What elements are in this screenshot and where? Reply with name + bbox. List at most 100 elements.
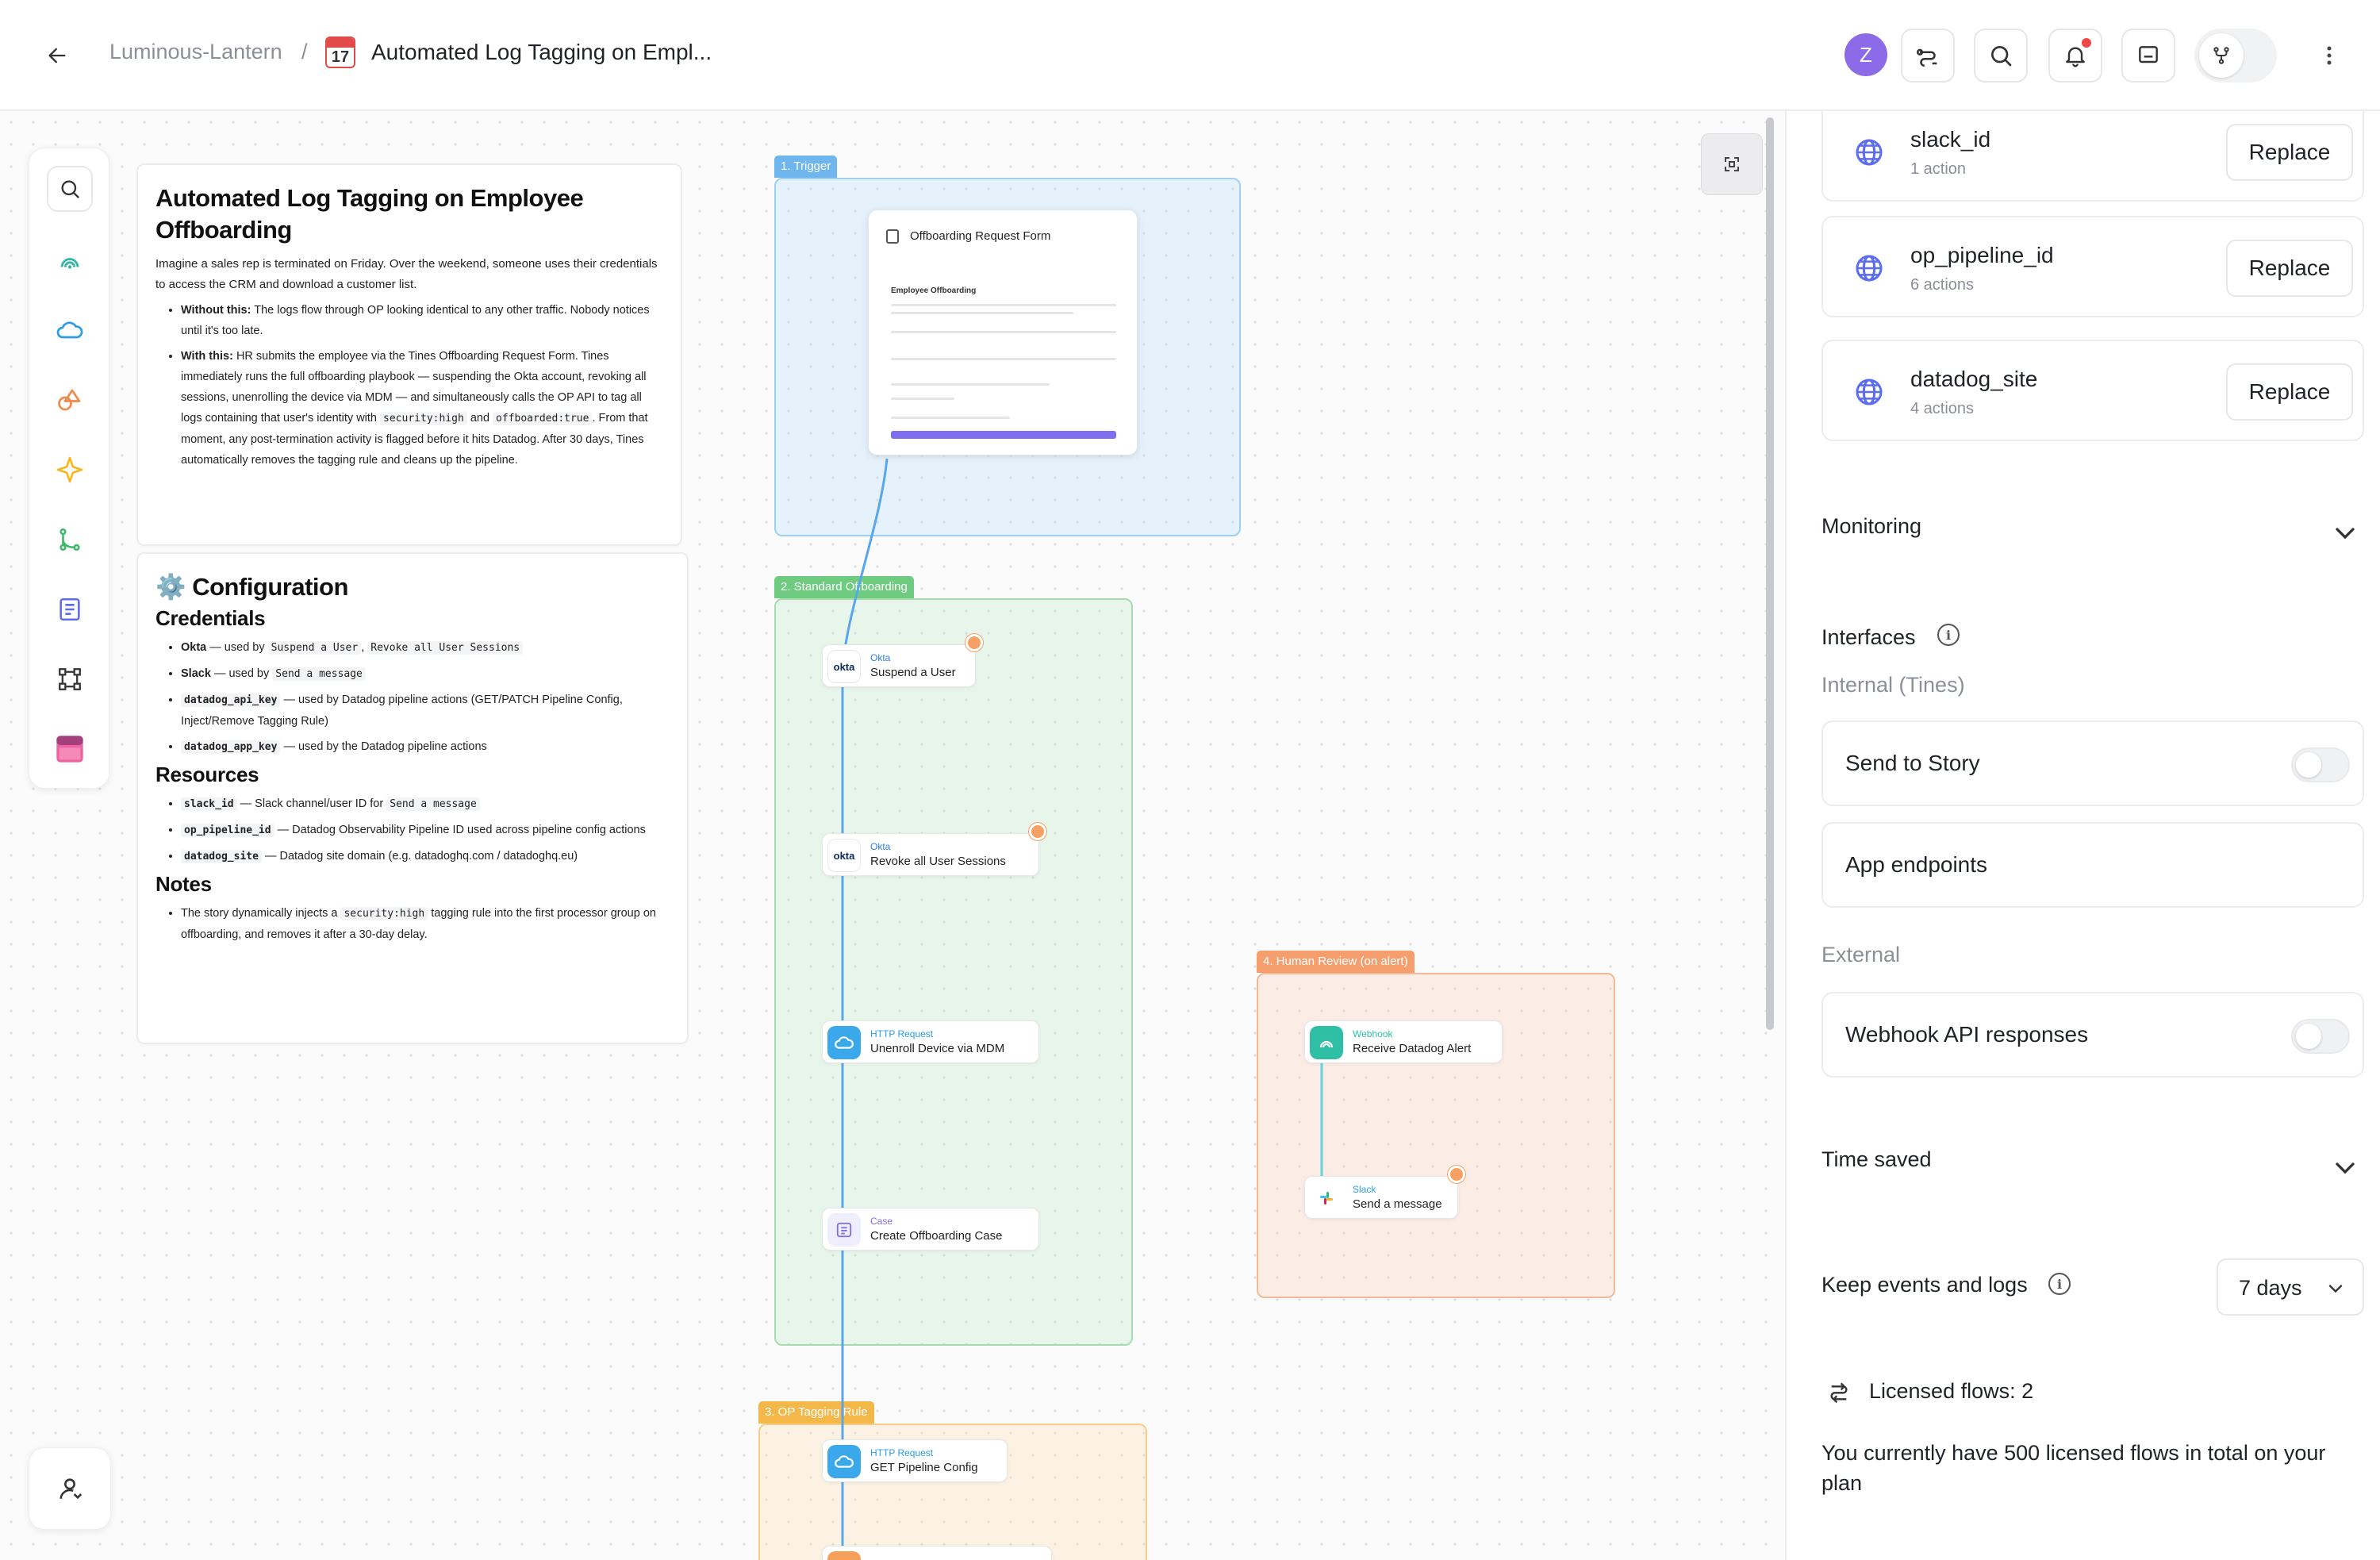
intro-note[interactable]: Automated Log Tagging on Employee Offboa… [136,163,682,546]
story-flow-button[interactable] [1901,29,1955,83]
with-and: and [470,412,490,425]
group-label: 3. OP Tagging Rule [758,1401,874,1424]
action-type: HTTP Request [870,1447,934,1458]
search-button[interactable] [1974,29,2028,83]
offboarding-form-card[interactable]: Offboarding Request Form Employee Offboa… [868,209,1138,455]
toolbar-trigger-button[interactable] [47,517,93,563]
time-saved-heading[interactable]: Time saved [1821,1147,1932,1172]
list-item: Okta — used by Suspend a User, Revoke al… [181,637,670,659]
action-create-case[interactable]: Case Create Offboarding Case [822,1208,1039,1251]
external-label: External [1821,943,1901,966]
arrow-left-icon [48,48,66,63]
configuration-note[interactable]: ⚙️ Configuration Credentials Okta — used… [136,552,689,1044]
toolbar-http-button[interactable] [47,307,93,353]
group-label: 2. Standard Offboarding [774,576,914,598]
fit-to-screen-button[interactable] [1701,133,1763,195]
form-submit-button [891,431,1116,439]
slack-icon [1310,1182,1343,1215]
chevron-down-icon[interactable] [2329,1152,2361,1184]
toolbar-page-button[interactable] [47,586,93,632]
action-type: HTTP Request [870,1028,934,1039]
search-icon [61,180,79,198]
resource-name: datadog_site [1910,367,2038,391]
resource-usage: 1 action [1910,160,1967,178]
shapes-icon [58,389,81,411]
toolbar-search-button[interactable] [47,166,93,212]
action-send-message[interactable]: Slack Send a message [1304,1166,1465,1219]
form-line [891,398,954,400]
list-item: datadog_api_key — used by Datadog pipeli… [181,690,670,732]
toolbar-ai-button[interactable] [47,447,93,493]
action-unenroll-device[interactable]: HTTP Request Unenroll Device via MDM [822,1020,1039,1063]
form-line [891,417,1010,419]
toolbar-webhook-button[interactable] [47,237,93,283]
list-item: Slack — used by Send a message [181,663,670,685]
chevron-down-icon[interactable] [2329,517,2361,549]
webhook-icon [1310,1026,1343,1059]
toolbar-templates-button[interactable] [47,377,93,423]
canvas-scrollbar[interactable] [1766,117,1774,1030]
calendar-icon: 17 [325,37,355,68]
flows-icon [1830,1382,1848,1404]
back-button[interactable] [38,37,76,75]
replace-button[interactable]: Replace [2226,240,2353,297]
cred-slack: Slack [181,667,211,680]
info-icon[interactable]: i [2048,1273,2071,1295]
comments-button[interactable] [2121,29,2175,83]
more-options-button[interactable] [2310,37,2348,75]
send-to-story-toggle[interactable] [2291,747,2350,782]
list-item: The story dynamically injects a security… [181,903,670,945]
replace-button[interactable]: Replace [2226,124,2353,181]
toolbar-group-button[interactable] [47,656,93,702]
res-site-text: — Datadog site domain (e.g. datadoghq.co… [264,850,578,863]
cred-okta-comma: , [361,641,365,654]
resource-usage: 4 actions [1910,400,1975,417]
interfaces-heading: Interfaces [1821,625,1916,649]
retention-select[interactable]: 7 days [2217,1258,2364,1316]
internal-label: Internal (Tines) [1821,673,1965,697]
change-control-toggle[interactable] [2194,29,2277,83]
resource-card-op-pipeline-id: op_pipeline_id 6 actions Replace [1821,216,2364,317]
action-name: Receive Datadog Alert [1353,1042,1472,1055]
notifications-button[interactable] [2048,29,2102,83]
action-icon [827,1551,861,1560]
toolbar-note-button[interactable] [47,726,93,772]
user-avatar[interactable]: Z [1844,33,1887,76]
replace-button[interactable]: Replace [2226,363,2353,421]
with-code-2: offboarded:true [493,412,593,425]
info-icon[interactable]: i [1937,624,1960,646]
note-title: Automated Log Tagging on Employee Offboa… [155,184,584,244]
action-name: Send a message [1353,1197,1442,1211]
action-name: Unenroll Device via MDM [870,1042,1005,1055]
res-slack: slack_id [181,797,237,811]
kebab-menu-icon [2327,46,2332,65]
cred-okta: Okta [181,641,207,654]
app-endpoints-row[interactable]: App endpoints [1821,822,2364,908]
webhook-responses-toggle[interactable] [2291,1019,2350,1054]
action-type: Okta [870,841,891,852]
story-canvas[interactable]: Automated Log Tagging on Employee Offboa… [0,111,1785,1560]
config-title-text: Configuration [192,573,348,601]
sparkle-icon [56,456,83,483]
action-revoke-sessions[interactable]: okta Okta Revoke all User Sessions [822,823,1046,876]
action-partial[interactable] [822,1546,1052,1560]
keep-events-label: Keep events and logs [1821,1273,2028,1297]
list-item: slack_id — Slack channel/user ID for Sen… [181,793,670,815]
resource-name: op_pipeline_id [1910,243,2054,267]
git-branch-icon [2213,47,2229,64]
notification-dot [2082,38,2091,48]
top-bar: Luminous-Lantern / 17 Automated Log Tagg… [0,0,2380,111]
action-suspend-user[interactable]: okta Okta Suspend a User [822,634,983,687]
case-icon [827,1213,861,1247]
story-title[interactable]: Automated Log Tagging on Empl... [371,40,712,65]
action-receive-alert[interactable]: Webhook Receive Datadog Alert [1304,1020,1503,1063]
action-get-pipeline-config[interactable]: HTTP Request GET Pipeline Config [822,1439,1008,1482]
credential-badge [1448,1166,1465,1183]
monitoring-heading[interactable]: Monitoring [1821,514,1921,539]
app-endpoints-label: App endpoints [1845,852,1988,877]
breadcrumb-workspace[interactable]: Luminous-Lantern [109,40,282,64]
form-title: Offboarding Request Form [910,229,1051,243]
action-type: Slack [1353,1184,1376,1195]
with-code-1: security:high [380,412,467,425]
collaborators-button[interactable] [29,1447,111,1530]
